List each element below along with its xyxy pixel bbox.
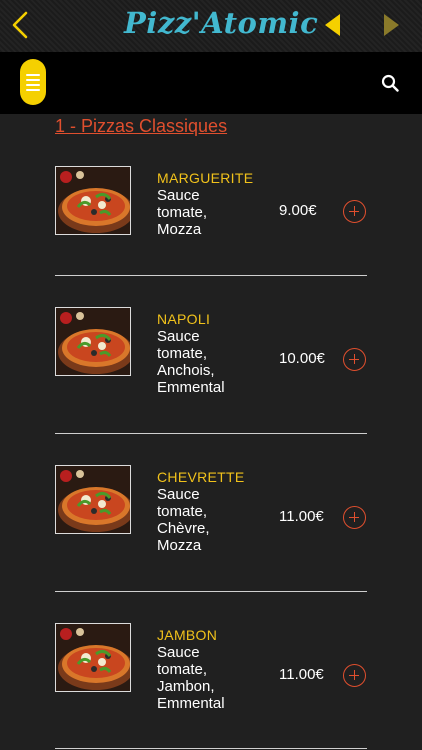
pizza-price: 11.00€: [279, 666, 324, 683]
pizza-description: Sauce tomate, Mozza: [157, 187, 208, 238]
pizza-list: MARGUERITE Sauce tomate, Mozza 9.00€ NAP…: [0, 0, 422, 750]
add-to-cart-plus-icon[interactable]: [343, 506, 366, 529]
add-to-cart-plus-icon[interactable]: [343, 664, 366, 687]
pizza-description: Sauce tomate, Anchois, Emmental: [157, 328, 225, 396]
pizza-thumbnail[interactable]: [55, 166, 131, 235]
divider: [55, 275, 367, 276]
divider: [55, 748, 367, 749]
pizza-item-text: MARGUERITE Sauce tomate, Mozza: [157, 170, 272, 238]
pizza-thumbnail[interactable]: [55, 307, 131, 376]
add-to-cart-plus-icon[interactable]: [343, 200, 366, 223]
pizza-thumbnail[interactable]: [55, 623, 131, 692]
pizza-name: CHEVRETTE: [157, 469, 245, 485]
pizza-price: 9.00€: [279, 202, 317, 219]
divider: [55, 433, 367, 434]
pizza-item-text: JAMBON Sauce tomate, Jambon, Emmental: [157, 627, 272, 712]
pizza-description: Sauce tomate, Jambon, Emmental: [157, 644, 225, 712]
pizza-price: 11.00€: [279, 508, 324, 525]
pizza-description: Sauce tomate, Chèvre, Mozza: [157, 486, 210, 554]
pizza-name: MARGUERITE: [157, 170, 254, 186]
add-to-cart-plus-icon[interactable]: [343, 348, 366, 371]
divider: [55, 591, 367, 592]
pizza-thumbnail[interactable]: [55, 465, 131, 534]
pizza-name: NAPOLI: [157, 311, 211, 327]
pizza-name: JAMBON: [157, 627, 218, 643]
pizza-item-text: NAPOLI Sauce tomate, Anchois, Emmental: [157, 311, 272, 396]
pizza-price: 10.00€: [279, 350, 325, 367]
pizza-item-text: CHEVRETTE Sauce tomate, Chèvre, Mozza: [157, 469, 272, 554]
